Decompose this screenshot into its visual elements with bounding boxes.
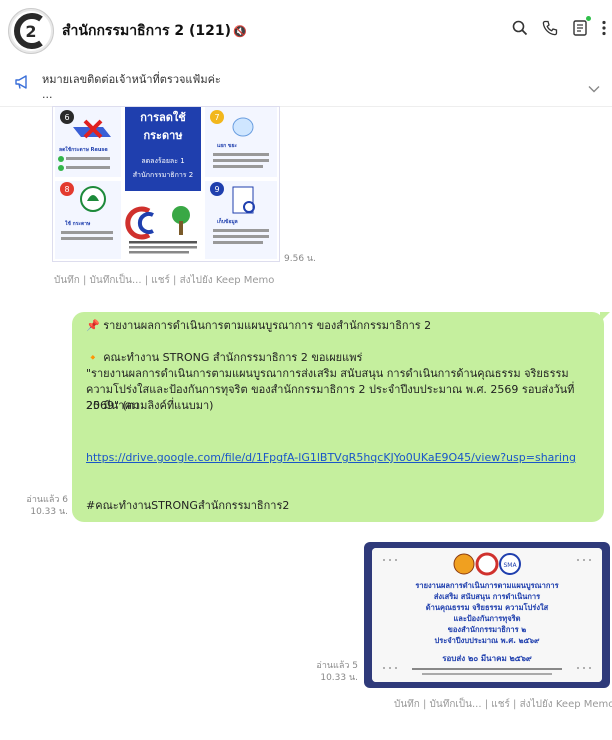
shared-image-poster[interactable]: SMA รายงานผลการดำเนินการตามแผนบูรณาการ ส…: [364, 542, 610, 688]
drive-link[interactable]: https://drive.google.com/file/d/1FpgfA-l…: [86, 450, 590, 466]
message-hashtag[interactable]: #คณะทำงานSTRONGสำนักกรรมาธิการ2: [86, 498, 590, 514]
image2-read-receipt: อ่านแล้ว 5 10.33 น.: [306, 660, 358, 684]
announcement-text: หมายเลขติดต่อเจ้าหน้าที่ตรวจแฟ้มค่ะ ...: [42, 72, 221, 102]
poster-line-5: ของสำนักกรรมาธิการ ๒: [448, 625, 526, 634]
announcement-ellipsis: ...: [42, 88, 53, 101]
poster-image: SMA รายงานผลการดำเนินการตามแผนบูรณาการ ส…: [372, 548, 602, 682]
chevron-down-icon[interactable]: [588, 78, 600, 97]
image1-actions[interactable]: บันทึก | บันทึกเป็น... | แชร์ | ส่งไปยัง…: [54, 273, 274, 288]
search-icon[interactable]: [510, 18, 530, 38]
bubble-tail: [600, 312, 610, 322]
panel-sub-1: ลดลงร้อยละ 1: [141, 157, 184, 165]
announcement-bar[interactable]: หมายเลขติดต่อเจ้าหน้าที่ตรวจแฟ้มค่ะ ...: [0, 60, 612, 107]
svg-text:ลดใช้กระดาษ Reuse: ลดใช้กระดาษ Reuse: [59, 146, 108, 153]
infographic-image: 6 ลดใช้กระดาษ Reuse 8 ใช้ กระดาษ การลดใช…: [53, 107, 279, 261]
chat-title-text: สำนักกรรมาธิการ 2 (121): [62, 23, 231, 39]
poster-line-3: ด้านคุณธรรม จริยธรรม ความโปร่งใส: [426, 602, 549, 612]
svg-text:9: 9: [214, 185, 219, 194]
svg-text:ใช้ กระดาษ: ใช้ กระดาษ: [65, 220, 91, 227]
svg-text:แยก ขยะ: แยก ขยะ: [217, 143, 237, 149]
panel-title-1: การลดใช้: [140, 110, 186, 124]
message-line-1: 📌 รายงานผลการดำเนินการตามแผนบูรณาการ ของ…: [86, 319, 432, 332]
image2-read-count: อ่านแล้ว 5: [316, 661, 358, 671]
megaphone-icon: [14, 74, 32, 94]
phone-icon[interactable]: [540, 18, 560, 38]
message-time: 10.33 น.: [30, 507, 68, 517]
poster-line-2: ส่งเสริม สนับสนุน การดำเนินการ: [434, 592, 541, 601]
message-line-2: 🔸 คณะทำงาน STRONG สำนักกรรมาธิการ 2 ขอเผ…: [86, 351, 363, 364]
header-actions: [510, 16, 608, 38]
panel-sub-2: สำนักกรรมาธิการ 2: [133, 171, 193, 179]
announcement-line: หมายเลขติดต่อเจ้าหน้าที่ตรวจแฟ้มค่ะ: [42, 73, 221, 86]
mute-icon: 🔇: [232, 25, 247, 38]
svg-text:SMA: SMA: [503, 562, 517, 569]
svg-text:7: 7: [214, 113, 219, 122]
poster-graphic: SMA รายงานผลการดำเนินการตามแผนบูรณาการ ส…: [372, 548, 602, 682]
panel-title-2: กระดาษ: [143, 129, 183, 142]
svg-text:8: 8: [64, 185, 69, 194]
svg-text:2: 2: [25, 22, 36, 41]
image2-time: 10.33 น.: [320, 673, 358, 683]
message-line-3: "รายงานผลการดำเนินการตามแผนบูรณาการส่งเส…: [86, 367, 569, 380]
chat-title[interactable]: สำนักกรรมาธิการ 2 (121) 🔇: [62, 20, 247, 42]
message-line-5: 2569" (ตามลิงค์ที่แนบมา): [86, 399, 214, 412]
poster-date: รอบส่ง ๒๐ มีนาคม ๒๕๖๙: [442, 653, 532, 663]
notification-dot: [586, 16, 591, 21]
group-avatar[interactable]: 2: [8, 8, 54, 54]
shared-image-infographic[interactable]: 6 ลดใช้กระดาษ Reuse 8 ใช้ กระดาษ การลดใช…: [52, 106, 280, 262]
chat-header: 2 สำนักกรรมาธิการ 2 (121) 🔇: [0, 0, 612, 58]
read-count: อ่านแล้ว 6: [26, 495, 68, 505]
message-read-receipt: อ่านแล้ว 6 10.33 น.: [20, 494, 68, 518]
message-bubble[interactable]: 📌 รายงานผลการดำเนินการตามแผนบูรณาการ ของ…: [72, 312, 610, 522]
image1-timestamp: 9.56 น.: [284, 254, 316, 264]
poster-line-1: รายงานผลการดำเนินการตามแผนบูรณาการ: [415, 581, 559, 591]
svg-text:6: 6: [64, 113, 69, 122]
image2-actions[interactable]: บันทึก | บันทึกเป็น... | แชร์ | ส่งไปยัง…: [394, 697, 612, 712]
poster-line-6: ประจำปีงบประมาณ พ.ศ. ๒๕๖๙: [434, 636, 540, 645]
more-menu-icon[interactable]: [600, 18, 608, 38]
group-logo-icon: 2: [11, 11, 51, 51]
poster-line-4: และป้องกันการทุจริต: [453, 614, 520, 623]
svg-text:เก็บข้อมูล: เก็บข้อมูล: [217, 217, 238, 226]
notes-icon[interactable]: [570, 16, 591, 38]
